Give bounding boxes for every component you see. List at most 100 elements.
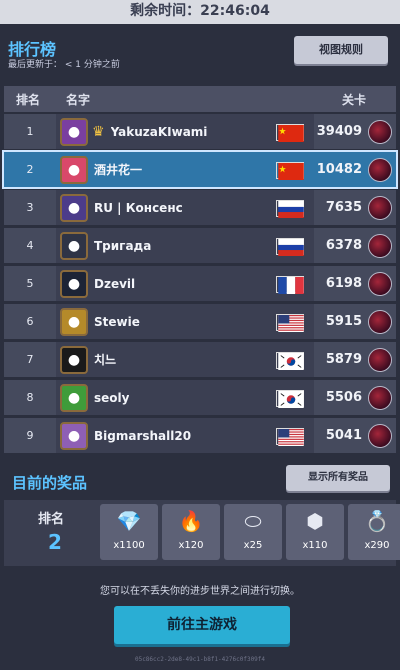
level-orb-icon [368,385,392,410]
player-name: 치느 [94,353,117,367]
prize-item[interactable]: ⬭ x25 [224,504,282,560]
level-value: 5041 [325,428,362,443]
level-orb-icon [368,271,392,296]
leaderboard-row[interactable]: 2 ● 酒井花一 10482 [2,150,398,189]
row-rank: 2 [4,152,56,187]
prize-amount: x290 [364,540,390,551]
session-id: 05c86cc2-2de8-49c1-b8f1-4276c0f309f4 [134,656,266,663]
countdown-timer: 剩余时间：22:46:04 [0,0,400,24]
player-name: Stewie [94,314,140,329]
level-value: 5879 [325,352,362,367]
leaderboard-row[interactable]: 8 ● seoly 5506 [4,380,396,415]
show-all-prizes-button[interactable]: 显示所有奖品 [286,465,390,491]
row-level: 5041 [314,418,396,453]
player-name: YakuzaKIwami [110,124,208,139]
anime-girl-avatar-icon: ● [60,155,88,184]
row-player: ● ♛ YakuzaKIwami [56,114,314,149]
leaderboard-row[interactable]: 3 ● RU | Консенс 7635 [4,190,396,225]
row-level: 6198 [314,266,396,301]
leaderboard-row[interactable]: 9 ● Bigmarshall20 5041 [4,418,396,453]
go-to-main-game-button[interactable]: 前往主游戏 [114,606,290,644]
usa-flag-icon [276,314,304,332]
russia-flag-icon [276,238,304,256]
prize-amount: x25 [243,540,263,551]
player-name: Bigmarshall20 [94,428,192,443]
level-orb-icon [368,309,392,334]
leaderboard-row[interactable]: 6 ● Stewie 5915 [4,304,396,339]
row-player: ● RU | Консенс [56,190,314,225]
level-value: 6378 [325,238,362,253]
prize-amount: x1100 [113,540,145,551]
player-name: 酒井花一 [94,163,143,177]
row-rank: 9 [4,418,56,453]
view-rules-button[interactable]: 视图规则 [294,36,388,64]
wolf-avatar-icon: ● [60,193,88,222]
level-orb-icon [368,195,392,220]
prize-rank-label: 排名 [38,512,65,527]
row-level: 5506 [314,380,396,415]
leaderboard-row[interactable]: 4 ● Тригада 6378 [4,228,396,263]
leaderboard-row[interactable]: 1 ● ♛ YakuzaKIwami 39409 [4,114,396,149]
row-player: ● seoly [56,380,314,415]
player-name: Тригада [94,238,152,253]
row-rank: 1 [4,114,56,149]
prize-item[interactable]: 💍 x290 [348,504,400,560]
header-level: 关卡 [341,92,366,107]
coin-avatar-icon: ● [60,307,88,336]
purple-hair-avatar-icon: ● [60,421,88,450]
row-level: 5915 [314,304,396,339]
crown-icon: ♛ [92,123,105,140]
usa-flag-icon [276,428,304,446]
prize-items: 💎 x1100 🔥 x120 ⬭ x25 ⬢ x110 💍 x290 [100,504,400,560]
china-flag-icon [276,162,304,180]
row-level: 5879 [314,342,396,377]
level-value: 7635 [325,200,362,215]
row-rank: 4 [4,228,56,263]
russia-flag-icon [276,200,304,218]
timer-label: 剩余时间： [130,3,201,19]
player-name: RU | Консенс [94,200,183,215]
prize-item[interactable]: 🔥 x120 [162,504,220,560]
korea-flag-icon [276,390,304,408]
player-name: seoly [94,390,130,405]
timer-value: 22:46:04 [200,3,270,19]
ring-icon: 💍 [364,509,390,533]
hooded-avatar-icon: ● [60,269,88,298]
level-orb-icon [368,347,392,372]
level-value: 5915 [325,314,362,329]
level-orb-icon [368,423,392,448]
green-monster-avatar-icon: ● [60,383,88,412]
row-player: ● Тригада [56,228,314,263]
row-player: ● Dzevil [56,266,314,301]
gold-badge-icon: ⬢ [306,509,324,533]
row-level: 6378 [314,228,396,263]
fire-gem-icon: 🔥 [178,509,204,533]
silver-stone-icon: ⬭ [244,509,262,533]
prize-item[interactable]: ⬢ x110 [286,504,344,560]
level-orb-icon [368,119,392,144]
row-level: 39409 [314,114,396,149]
level-value: 5506 [325,390,362,405]
prize-rank-value: 2 [48,530,62,554]
switch-world-note: 您可以在不丢失你的进步世界之间进行切换。 [100,586,300,597]
last-updated-text: 最后更新于： < 1 分钟之前 [8,60,120,70]
row-rank: 3 [4,190,56,225]
feather-avatar-icon: ● [60,231,88,260]
row-player: ● Stewie [56,304,314,339]
row-rank: 6 [4,304,56,339]
diamonds-icon: 💎 [116,509,142,533]
china-flag-icon [276,124,304,142]
row-level: 10482 [314,152,396,187]
row-player: ● Bigmarshall20 [56,418,314,453]
prize-item[interactable]: 💎 x1100 [100,504,158,560]
leaderboard-list: 1 ● ♛ YakuzaKIwami 39409 2 ● 酒井花一 10482 3 ● RU | Ко… [2,114,398,456]
leaderboard-row[interactable]: 5 ● Dzevil 6198 [4,266,396,301]
prize-amount: x120 [178,540,204,551]
leaderboard-row[interactable]: 7 ● 치느 5879 [4,342,396,377]
level-orb-icon [368,157,392,182]
row-player: ● 치느 [56,342,314,377]
level-orb-icon [368,233,392,258]
leaderboard-header: 排名 名字 关卡 [4,86,396,112]
skull-avatar-icon: ● [60,117,88,146]
current-prizes-title: 目前的奖品 [12,474,88,492]
